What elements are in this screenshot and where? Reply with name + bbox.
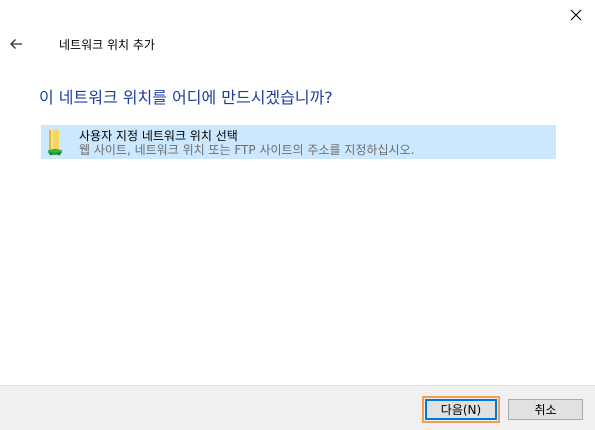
option-description: 웹 사이트, 네트워크 위치 또는 FTP 사이트의 주소를 지정하십시오. (79, 143, 415, 157)
network-folder-icon (48, 130, 62, 156)
wizard-title: 네트워크 위치 추가 (59, 38, 155, 52)
custom-network-location-option[interactable]: 사용자 지정 네트워크 위치 선택 웹 사이트, 네트워크 위치 또는 FTP … (41, 125, 556, 159)
page-heading: 이 네트워크 위치를 어디에 만드시겠습니까? (39, 88, 333, 107)
back-button[interactable] (4, 32, 28, 56)
back-arrow-icon (10, 39, 22, 49)
cancel-button[interactable]: 취소 (508, 399, 583, 420)
button-bar: 다음(N) 취소 (0, 385, 595, 430)
close-button[interactable] (557, 0, 595, 30)
close-icon (570, 9, 582, 21)
next-button[interactable]: 다음(N) (422, 396, 500, 423)
